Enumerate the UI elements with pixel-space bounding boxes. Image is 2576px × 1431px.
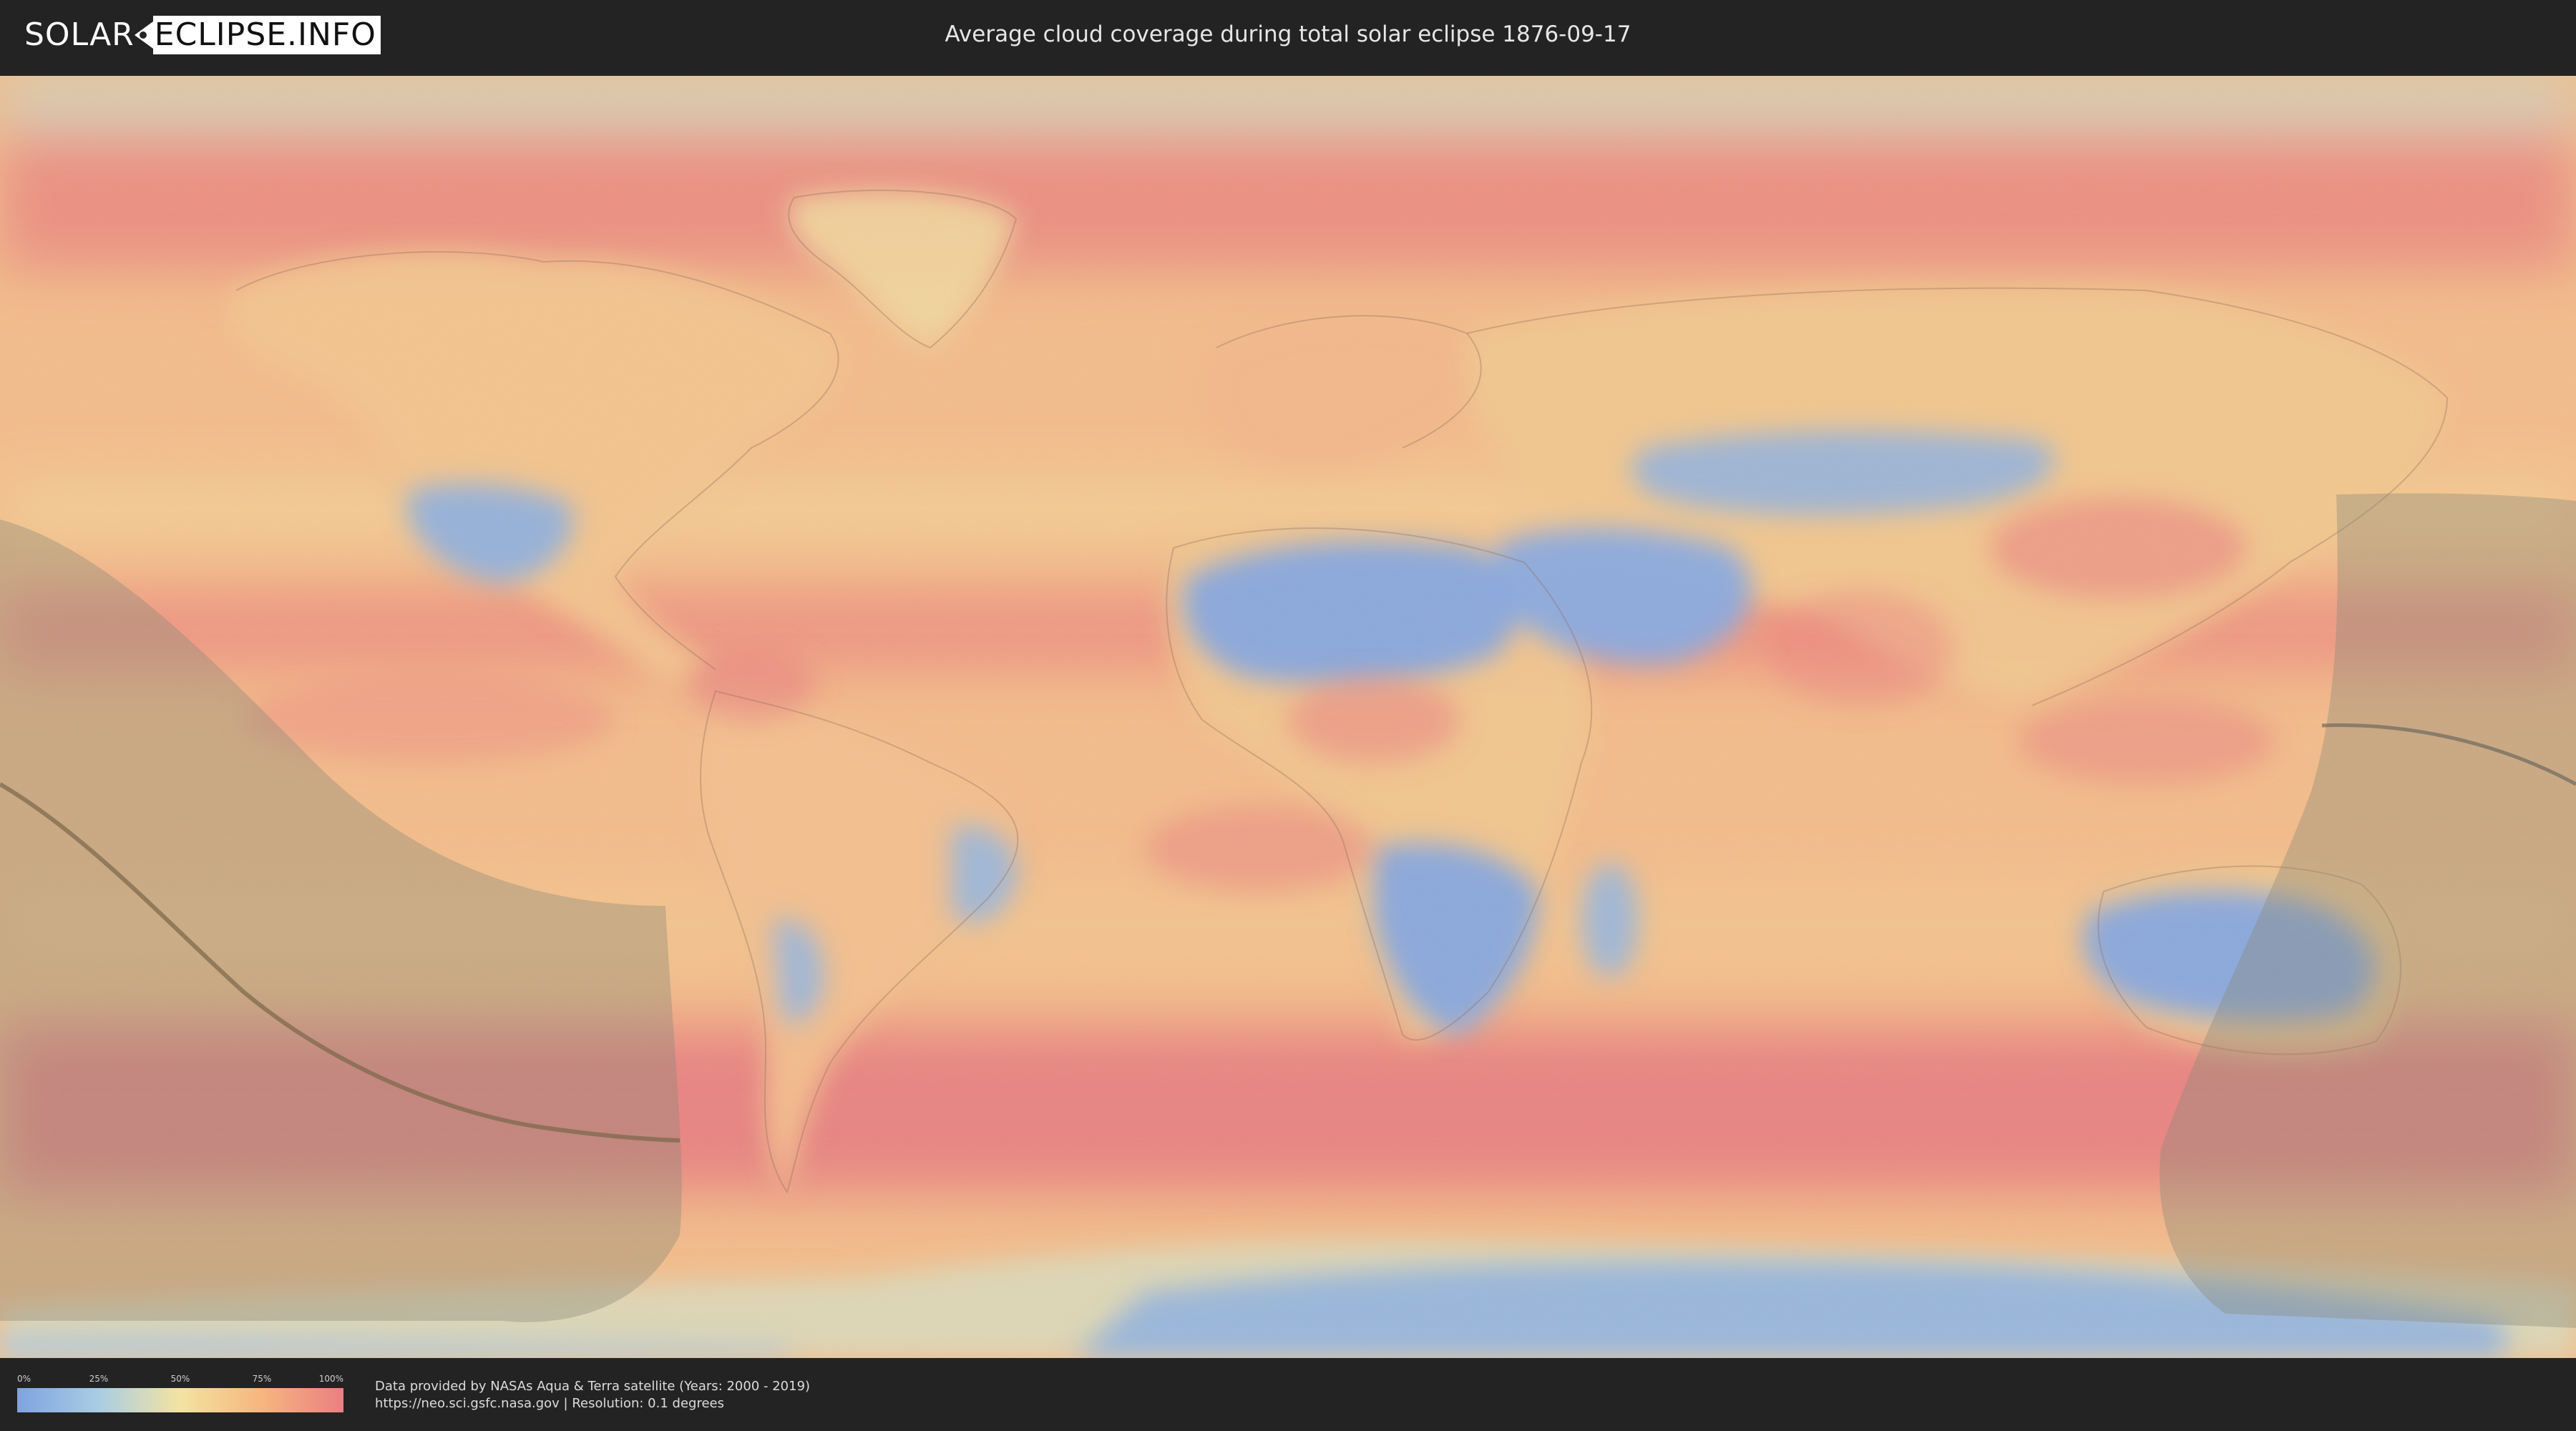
legend-tick: 25% (89, 1374, 109, 1384)
header-bar: SOLAR ECLIPSE.INFO Average cloud coverag… (0, 0, 2576, 72)
cloud-coverage-map[interactable] (0, 76, 2576, 1358)
legend-tick: 75% (252, 1374, 272, 1384)
legend-color-scale (17, 1388, 343, 1412)
legend-tick: 0% (17, 1374, 31, 1384)
data-credits: Data provided by NASAs Aqua & Terra sate… (375, 1378, 810, 1412)
credits-source: Data provided by NASAs Aqua & Terra sate… (375, 1379, 811, 1394)
credits-url: https://neo.sci.gsfc.nasa.gov | Resoluti… (375, 1396, 724, 1411)
legend-tick: 100% (318, 1374, 343, 1384)
legend-tick: 50% (170, 1374, 190, 1384)
footer-bar: 0% 25% 50% 75% 100% Data provided by NAS… (0, 1359, 2576, 1431)
world-map-image (0, 76, 2576, 1358)
cloud-coverage-legend: 0% 25% 50% 75% 100% (17, 1374, 343, 1418)
page-title: Average cloud coverage during total sola… (945, 21, 1631, 47)
